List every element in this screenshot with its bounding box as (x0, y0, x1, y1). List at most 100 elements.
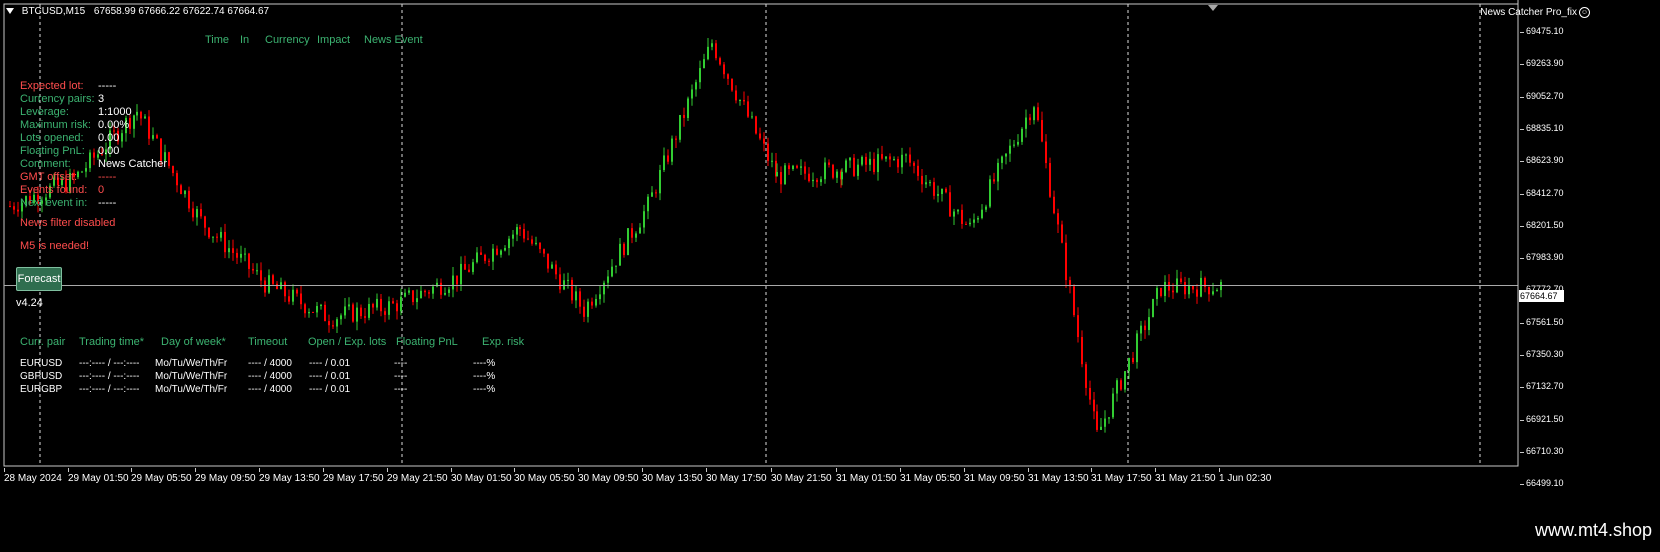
candle-body (743, 100, 745, 102)
candle-body (236, 252, 238, 258)
candle-body (869, 158, 871, 165)
candle-body (352, 304, 354, 322)
symbol-label: BTCUSD,M15 (21, 6, 86, 17)
news-col-impact: Impact (317, 34, 351, 46)
candle-body (180, 185, 182, 195)
candle-body (929, 182, 931, 184)
info-value: News Catcher (98, 158, 168, 170)
candle-body (547, 253, 549, 269)
table-cell: ---- / 4000 (248, 358, 292, 369)
candle-body (200, 209, 202, 217)
price-tick: 69263.90 (1520, 58, 1564, 69)
candle-body (408, 290, 410, 293)
candle-body (184, 190, 186, 195)
time-tick: 29 May 05:50 (131, 468, 192, 484)
version-label: v4.24 (16, 297, 43, 309)
info-row: GMT offset: ----- (20, 171, 116, 184)
candle-body (945, 188, 947, 193)
candle-body (1124, 371, 1126, 390)
table-cell: ---- (394, 358, 408, 369)
candle-body (567, 279, 569, 281)
candle-body (599, 294, 601, 300)
collapse-triangle-icon[interactable] (6, 8, 14, 15)
table-header-lots: Open / Exp. lots (308, 336, 387, 348)
candle-body (176, 173, 178, 186)
info-row: Next event in: ----- (20, 197, 116, 210)
candle-body (1120, 380, 1122, 390)
candle-body (841, 171, 843, 180)
candle-body (643, 211, 645, 228)
info-value: ----- (98, 171, 117, 183)
candle-body (659, 170, 661, 194)
time-tick: 1 Jun 02:30 (1219, 468, 1272, 484)
candle-body (965, 223, 967, 225)
time-tick: 30 May 13:50 (642, 468, 703, 484)
chart-area[interactable]: BTCUSD,M15 67658.99 67666.22 67622.74 67… (0, 0, 1660, 514)
candle-body (248, 253, 250, 269)
candle-body (264, 280, 266, 293)
candle-body (559, 274, 561, 290)
candle-body (420, 290, 422, 299)
candle-body (460, 263, 462, 285)
candle-body (444, 292, 446, 295)
candle-body (384, 311, 386, 315)
candle-body (1160, 287, 1162, 296)
candle-body (224, 231, 226, 253)
candle-body (452, 275, 454, 290)
candle-body (276, 283, 278, 290)
candle-body (651, 192, 653, 197)
candle-body (571, 279, 573, 301)
candle-body (780, 172, 782, 185)
candle-body (348, 304, 350, 307)
info-label: Comment: (20, 158, 71, 170)
time-tick: 30 May 09:50 (578, 468, 639, 484)
table-cell: GBPUSD (20, 371, 63, 382)
candle-body (873, 158, 875, 173)
candle-body (376, 298, 378, 308)
candle-body (812, 179, 814, 182)
candle-body (508, 238, 510, 249)
candle-body (771, 160, 773, 162)
news-col-in: In (240, 34, 250, 46)
chart-frame (3, 3, 1519, 467)
info-row: Expected lot: ----- (20, 80, 116, 93)
info-value: 1:1000 (98, 106, 132, 118)
chart-shift-icon (1208, 5, 1218, 11)
price-tick: 66710.30 (1520, 445, 1564, 456)
candle-body (981, 209, 983, 219)
candle-body (9, 206, 11, 208)
table-cell: Mo/Tu/We/Th/Fr (155, 384, 228, 395)
candle-body (368, 303, 370, 318)
candle-body (472, 262, 474, 272)
candle-body (941, 188, 943, 195)
candle-body (861, 156, 863, 165)
current-price-label: 67664.67 (1519, 290, 1564, 302)
info-label: Events found: (20, 184, 88, 196)
time-tick: 30 May 05:50 (514, 468, 575, 484)
table-cell: ---- / 0.01 (309, 358, 351, 369)
candle-body (1100, 426, 1102, 430)
candle-body (1208, 286, 1210, 295)
candle-body (631, 228, 633, 238)
candle-body (372, 303, 374, 308)
candle-body (849, 157, 851, 161)
candle-body (1168, 281, 1170, 291)
candle-body (268, 275, 270, 293)
candle-body (703, 59, 705, 69)
candle-body (853, 157, 855, 176)
forecast-button[interactable]: Forecast (16, 267, 62, 291)
smiley-icon[interactable]: ☺ (1579, 7, 1590, 18)
candle-body (1128, 357, 1130, 372)
candle-body (316, 306, 318, 313)
candle-body (292, 289, 294, 302)
table-header-floating-pnl: Floating PnL (396, 336, 458, 348)
candle-body (993, 179, 995, 182)
candle-body (1096, 411, 1098, 430)
candle-body (356, 307, 358, 322)
candle-body (1093, 399, 1095, 412)
candle-body (707, 46, 709, 60)
table-cell: Mo/Tu/We/Th/Fr (155, 371, 228, 382)
candle-body (739, 100, 741, 102)
table-cell: ---- / 0.01 (309, 384, 351, 395)
candle-body (1037, 107, 1039, 121)
